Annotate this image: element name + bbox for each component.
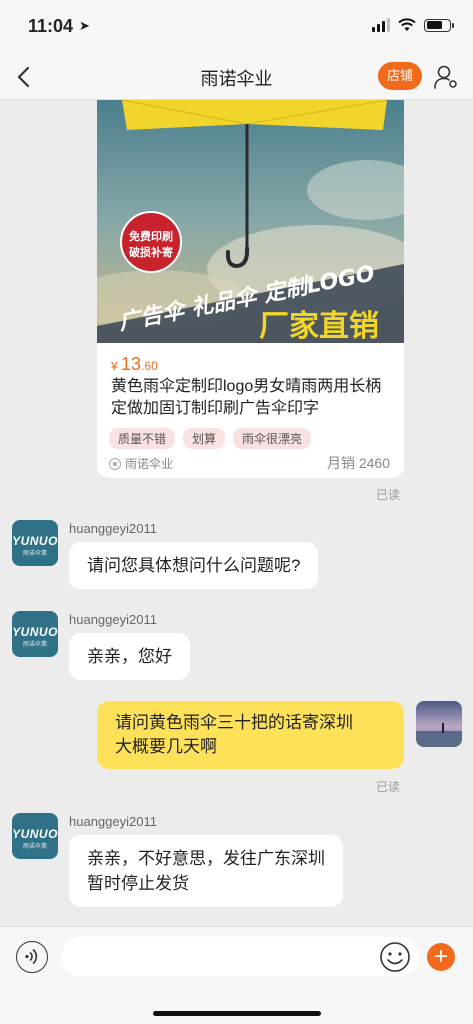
image-badge-line1: 免费印刷: [129, 229, 173, 243]
signal-icon: [372, 18, 390, 32]
shop-button[interactable]: 店铺: [378, 62, 422, 90]
sender-name: huanggeyi2011: [69, 814, 157, 829]
message-input[interactable]: [61, 937, 419, 977]
product-card[interactable]: 免费印刷 破损补寄 广告伞 礼品伞 定制LOGO 厂家直销 ¥ 13.60 黄色…: [97, 100, 404, 478]
message-line: 请问黄色雨伞三十把的话寄深圳: [115, 713, 353, 732]
product-title[interactable]: 黄色雨伞定制印logo男女晴雨两用长柄定做加固订制印刷广告伞印字: [111, 376, 396, 420]
product-sales: 月销 2460: [326, 455, 390, 471]
shop-icon: [109, 457, 121, 470]
read-receipt: 已读: [376, 488, 401, 502]
shop-avatar[interactable]: YUNUO 雨诺伞業: [12, 520, 58, 566]
shop-avatar[interactable]: YUNUO 雨诺伞業: [12, 813, 58, 859]
product-price: ¥ 13.60: [111, 354, 158, 375]
sender-name: huanggeyi2011: [69, 521, 157, 536]
product-image[interactable]: 免费印刷 破损补寄 广告伞 礼品伞 定制LOGO 厂家直销: [97, 100, 404, 343]
price-main: 13: [121, 354, 142, 374]
status-bar: 11:04 ➤: [0, 0, 473, 56]
sender-name: huanggeyi2011: [69, 612, 157, 627]
my-avatar[interactable]: [416, 701, 462, 747]
nav-bar: 雨诺伞业 店铺: [0, 56, 473, 100]
price-decimal: .60: [141, 359, 158, 373]
battery-icon: [424, 18, 454, 32]
emoji-icon[interactable]: [379, 941, 411, 973]
tag: 划算: [183, 428, 226, 449]
my-message-bubble[interactable]: 请问黄色雨伞三十把的话寄深圳 大概要几天啊: [97, 701, 404, 769]
product-shop[interactable]: 雨诺伞业: [109, 455, 173, 472]
read-receipt: 已读: [376, 780, 401, 794]
wifi-icon: [398, 18, 416, 31]
tag: 质量不错: [109, 428, 176, 449]
status-time: 11:04: [28, 16, 74, 36]
user-settings-icon[interactable]: [433, 64, 459, 90]
image-headline: 厂家直销: [259, 309, 379, 343]
product-tags: 质量不错 划算 雨伞很漂亮: [109, 428, 312, 449]
message-bubble[interactable]: 亲亲，您好: [69, 633, 190, 680]
price-symbol: ¥: [111, 359, 118, 373]
image-badge-line2: 破损补寄: [129, 245, 173, 259]
message-bubble[interactable]: 请问您具体想问什么问题呢?: [69, 542, 319, 589]
home-indicator: [153, 1011, 321, 1016]
tag: 雨伞很漂亮: [233, 428, 312, 449]
input-bar: +: [0, 926, 473, 1024]
message-line: 大概要几天啊: [115, 737, 217, 756]
shop-avatar[interactable]: YUNUO 雨诺伞業: [12, 611, 58, 657]
voice-icon[interactable]: [16, 941, 48, 973]
add-icon[interactable]: +: [427, 943, 455, 971]
message-line: 亲亲，不好意思，发往广东深圳: [87, 849, 325, 868]
product-shop-name: 雨诺伞业: [125, 457, 174, 471]
location-arrow-icon: ➤: [79, 18, 90, 33]
message-line: 暂时停止发货: [87, 874, 189, 893]
message-bubble[interactable]: 亲亲，不好意思，发往广东深圳 暂时停止发货: [69, 835, 343, 907]
